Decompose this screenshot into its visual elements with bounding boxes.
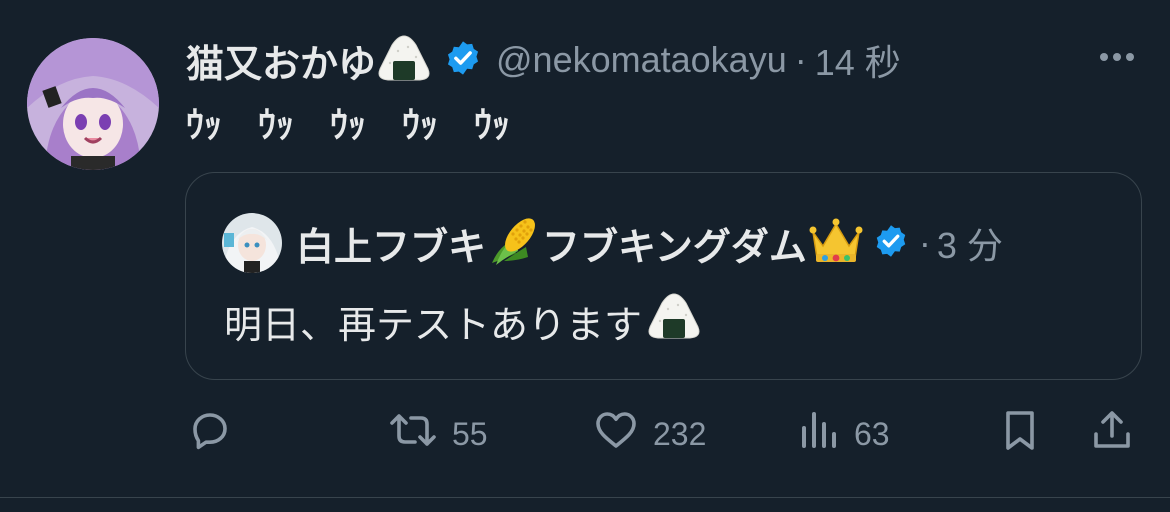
- bookmark-icon: [996, 406, 1044, 462]
- tweet-text: ｳｯ ｳｯ ｳｯ ｳｯ ｳｯ: [186, 104, 511, 145]
- quote-header: 白上フブキ フブキングダム · 3 分: [222, 213, 1003, 273]
- views-button[interactable]: 63: [794, 404, 890, 464]
- crown-emoji: [807, 216, 865, 271]
- share-button[interactable]: [1088, 404, 1136, 464]
- quoted-tweet[interactable]: 白上フブキ フブキングダム · 3 分 明日、再テストあります: [185, 172, 1142, 380]
- quote-author-name-part2: フブキングダム: [542, 226, 807, 269]
- quote-text-row: 明日、再テストあります: [224, 291, 702, 351]
- share-icon: [1088, 406, 1136, 462]
- reply-button[interactable]: [186, 404, 246, 464]
- author-handle[interactable]: @nekomataokayu: [496, 39, 787, 81]
- corn-emoji: [486, 213, 542, 274]
- views-icon: [794, 406, 842, 462]
- quote-avatar: [222, 213, 282, 273]
- views-count: 63: [854, 415, 890, 452]
- author-name[interactable]: 猫又おかゆ: [186, 33, 376, 88]
- bookmark-button[interactable]: [996, 404, 1044, 464]
- verified-badge-icon[interactable]: [444, 39, 482, 82]
- like-button[interactable]: 232: [591, 404, 706, 464]
- quote-separator-dot: ·: [918, 222, 931, 263]
- quote-text: 明日、再テストあります: [224, 304, 643, 347]
- retweet-count: 55: [452, 415, 488, 452]
- reply-icon: [186, 406, 234, 462]
- quote-author-name-part1: 白上フブキ: [296, 226, 487, 269]
- more-icon[interactable]: [1092, 42, 1142, 72]
- verified-badge-icon: [873, 223, 909, 264]
- bottom-divider: [0, 497, 1170, 498]
- like-icon: [591, 406, 641, 462]
- like-count: 232: [653, 415, 707, 452]
- onigiri-emoji: [376, 33, 432, 88]
- tweet-header: 猫又おかゆ @nekomataokayu · 14 秒: [186, 32, 901, 88]
- onigiri-emoji: [646, 291, 702, 351]
- retweet-icon: [386, 406, 440, 462]
- retweet-button[interactable]: 55: [386, 404, 488, 464]
- separator-dot: ·: [794, 39, 807, 80]
- action-bar: 55 232 63: [0, 404, 1170, 464]
- avatar[interactable]: [27, 38, 159, 170]
- timestamp[interactable]: 14 秒: [815, 34, 901, 86]
- quote-timestamp: 3 分: [936, 225, 1003, 266]
